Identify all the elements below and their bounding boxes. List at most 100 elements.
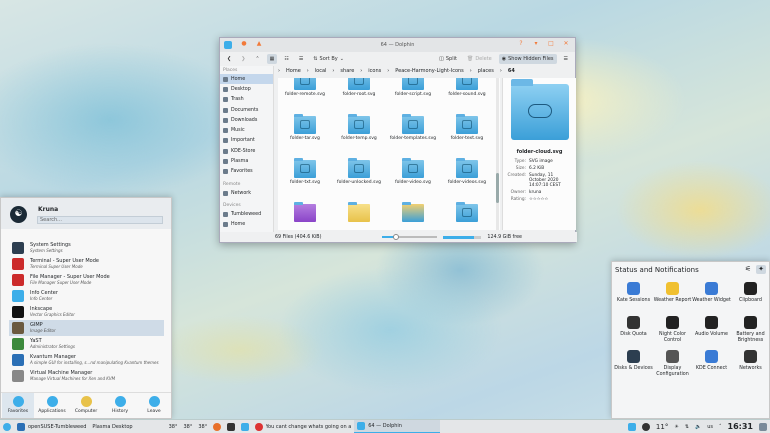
places-item-trash[interactable]: Trash [220, 95, 273, 105]
places-item-documents[interactable]: Documents [220, 105, 273, 115]
places-item-important[interactable]: Important [220, 136, 273, 146]
configure-icon[interactable]: ⚟ [743, 265, 753, 274]
breadcrumb-item[interactable]: share [340, 68, 354, 74]
delete-button[interactable]: 🗑 Delete [464, 54, 495, 64]
file-grid-scrollbar[interactable] [496, 78, 499, 230]
zoom-handle[interactable] [392, 234, 399, 240]
tab-history[interactable]: History [104, 393, 136, 418]
dolphin-app-icon[interactable] [224, 41, 232, 49]
tray-weather[interactable]: ☀ [671, 420, 681, 433]
file-item[interactable]: folder-remote.svg [280, 78, 330, 106]
file-item[interactable]: folder-videos.svg [442, 158, 492, 194]
launcher-item-inkscape[interactable]: Inkscape Vector Graphics Editor [9, 304, 164, 320]
tab-favorites[interactable]: Favorites [2, 393, 34, 418]
up-button[interactable]: ⌃ [252, 54, 262, 64]
file-item[interactable] [334, 202, 384, 230]
split-button[interactable]: ◫ Split [436, 54, 460, 64]
file-item[interactable]: folder-text.svg [442, 114, 492, 150]
launcher-item-kvantum-manager[interactable]: Kvantum Manager A simple GUI for installi… [9, 352, 164, 368]
applet-disk-quota[interactable]: Disk Quota [614, 316, 653, 338]
file-item[interactable]: folder-sound.svg [442, 78, 492, 106]
back-button[interactable]: ❮ [224, 54, 234, 64]
places-item-music[interactable]: Music [220, 125, 273, 135]
temp-widget-1[interactable]: 38° [166, 420, 181, 433]
launcher-item-yast[interactable]: YaST Administrator Settings [9, 336, 164, 352]
launcher-item-gimp[interactable]: GIMP Image Editor [9, 320, 164, 336]
tray-network[interactable]: ⇅ [682, 420, 692, 433]
places-item-desktop[interactable]: Desktop [220, 84, 273, 94]
close-icon[interactable]: ✕ [563, 41, 569, 47]
breadcrumb-item[interactable]: Home [286, 68, 301, 74]
places-item-kde-store[interactable]: KDE-Store [220, 146, 273, 156]
launcher-item-terminal-su[interactable]: Terminal - Super User Mode Terminal Super… [9, 256, 164, 272]
breadcrumb-arrow-icon[interactable]: › [278, 68, 280, 74]
weather-widget[interactable]: 11° [653, 420, 671, 433]
rating-stars[interactable]: ☆☆☆☆☆ [529, 197, 548, 202]
show-hidden-files-button[interactable]: ◉ Show Hidden Files [498, 54, 557, 64]
details-view-button[interactable]: ☰ [296, 54, 306, 64]
terminal-launcher[interactable] [224, 420, 238, 433]
maximize-icon[interactable]: □ [548, 41, 554, 47]
task-browser[interactable]: You cant change whats going on ar... [252, 420, 354, 433]
dolphin-titlebar[interactable]: ● ▲ 64 — Dolphin ? ▾ □ ✕ [220, 38, 575, 52]
firefox-launcher[interactable] [210, 420, 224, 433]
launcher-item-info-center[interactable]: Info Center Info Center [9, 288, 164, 304]
file-item[interactable]: folder-video.svg [388, 158, 438, 194]
launcher-item-file-manager-su[interactable]: File Manager - Super User Mode File Manag… [9, 272, 164, 288]
breadcrumb-item[interactable]: 64 [508, 68, 515, 74]
breadcrumb-item[interactable]: Peace-Harmony-Light-Icons [395, 68, 464, 74]
applet-display-configuration[interactable]: Display Configuration [653, 350, 692, 378]
show-desktop-button[interactable] [756, 420, 770, 433]
applet-clipboard[interactable]: Clipboard [731, 282, 770, 304]
applet-networks[interactable]: Networks [731, 350, 770, 372]
zoom-slider[interactable] [382, 234, 438, 240]
applet-weather-widget[interactable]: Weather Widget [692, 282, 731, 304]
file-item[interactable]: folder-tar.svg [280, 114, 330, 150]
digital-clock[interactable]: 16:31 [725, 420, 756, 433]
applet-kate-sessions[interactable]: Kate Sessions [614, 282, 653, 304]
tray-night-color[interactable] [639, 420, 653, 433]
tray-keyboard[interactable]: us [704, 420, 716, 433]
task-dolphin[interactable]: 64 — Dolphin [354, 419, 441, 433]
hamburger-menu-icon[interactable]: ☰ [561, 54, 571, 64]
tray-expand[interactable]: ˄ [716, 420, 725, 433]
file-item[interactable]: folder-txt.svg [280, 158, 330, 194]
avatar[interactable]: ☯ [10, 206, 27, 223]
application-menu-button[interactable] [0, 420, 14, 433]
launcher-item-system-settings[interactable]: System Settings System Settings [9, 240, 164, 256]
keep-above-icon[interactable]: ▲ [256, 41, 262, 47]
applet-battery-and-brightness[interactable]: Battery and Brightness [731, 316, 770, 344]
places-item-home[interactable]: Home [220, 74, 273, 85]
minimize-icon[interactable]: ▾ [533, 41, 539, 47]
pin-icon[interactable]: ✦ [756, 265, 766, 274]
file-item[interactable] [280, 202, 330, 230]
desktop-label-item[interactable]: Plasma Desktop [89, 420, 135, 433]
tab-leave[interactable]: Leave [138, 393, 170, 418]
global-menu-item[interactable]: openSUSE-Tumbleweed [14, 420, 89, 433]
tab-applications[interactable]: Applications [36, 393, 68, 418]
compact-view-button[interactable]: ☷ [281, 54, 291, 64]
sort-by-button[interactable]: ⇅ Sort By ⌄ [310, 54, 347, 64]
tab-computer[interactable]: Computer [70, 393, 102, 418]
file-item[interactable]: folder-templates.svg [388, 114, 438, 150]
file-item[interactable]: folder-root.svg [334, 78, 384, 106]
file-item[interactable]: folder-unlocked.svg [334, 158, 384, 194]
device-item-home[interactable]: Home [220, 220, 273, 230]
places-item-network[interactable]: Network [220, 188, 273, 198]
breadcrumb-item[interactable]: places [478, 68, 494, 74]
tray-volume[interactable]: 🔈 [692, 420, 704, 433]
file-item[interactable]: folder-script.svg [388, 78, 438, 106]
file-item[interactable] [442, 202, 492, 230]
icons-view-button[interactable]: ▦ [266, 54, 278, 64]
places-item-downloads[interactable]: Downloads [220, 115, 273, 125]
places-item-plasma[interactable]: Plasma [220, 156, 273, 166]
applet-audio-volume[interactable]: Audio Volume [692, 316, 731, 338]
file-item[interactable]: folder-temp.svg [334, 114, 384, 150]
help-icon[interactable]: ? [518, 41, 524, 47]
dolphin-launcher[interactable] [238, 420, 252, 433]
launcher-item-virtual-machine-manager[interactable]: Virtual Machine Manager Manage Virtual Ma… [9, 368, 164, 384]
places-item-favorites[interactable]: Favorites [220, 167, 273, 177]
device-item-tumbleweed[interactable]: Tumbleweed [220, 209, 273, 219]
forward-button[interactable]: ❯ [238, 54, 248, 64]
temp-widget-2[interactable]: 38° [180, 420, 195, 433]
